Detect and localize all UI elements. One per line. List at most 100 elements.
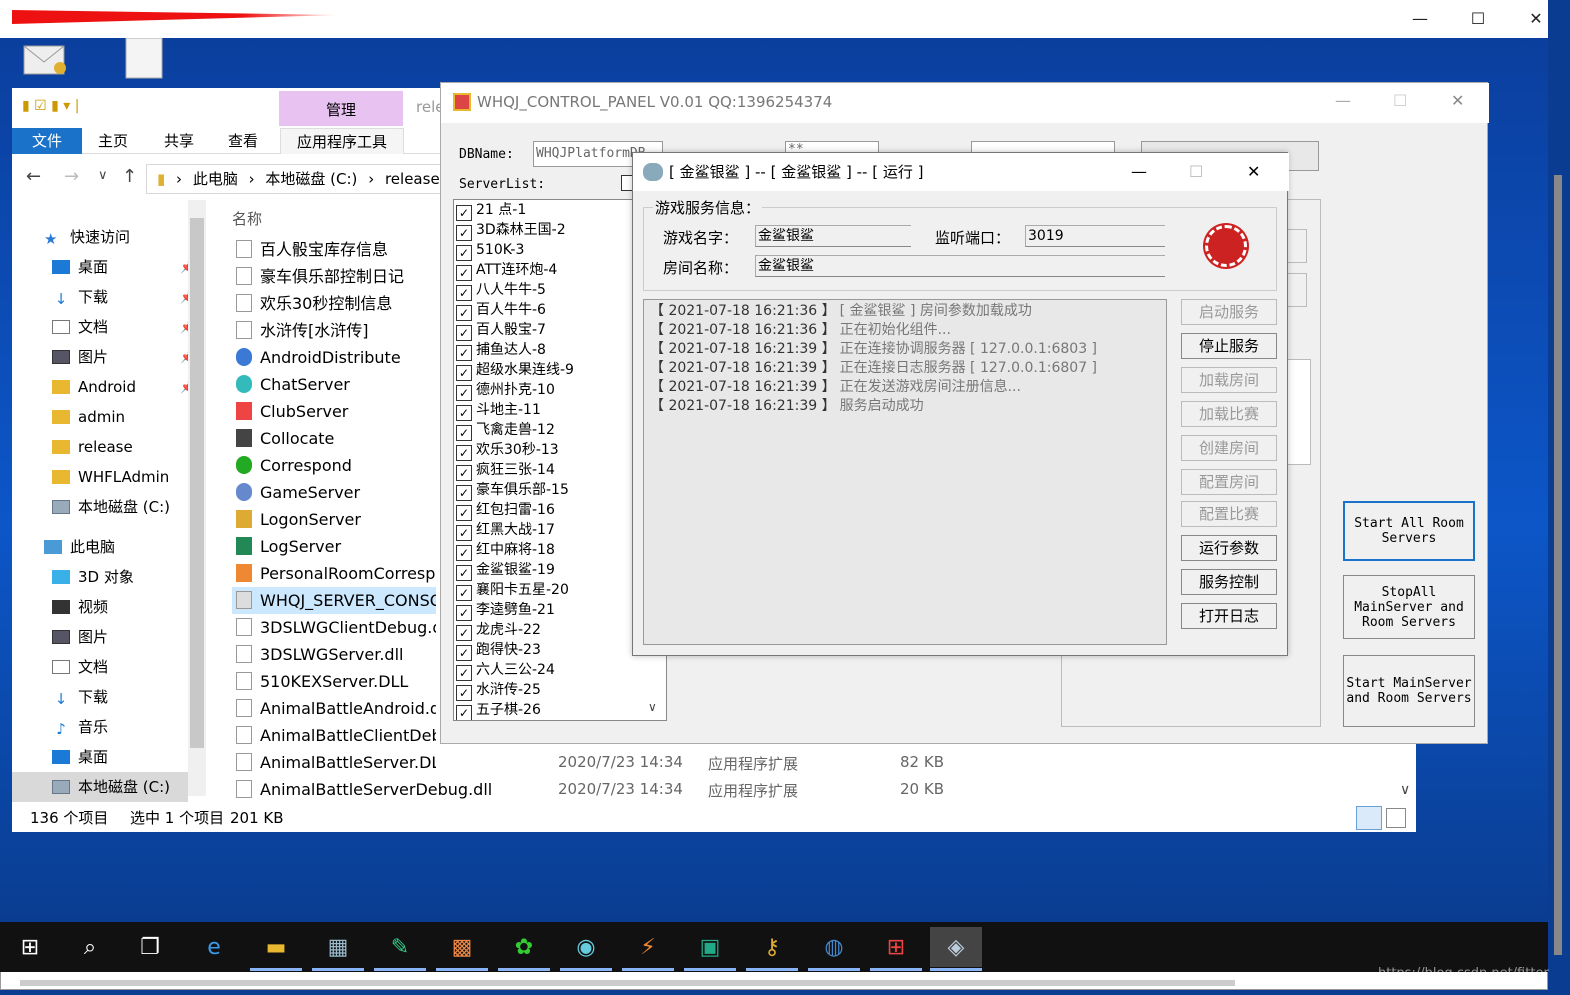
check-icon[interactable]: ✓ (456, 305, 472, 321)
check-icon[interactable]: ✓ (456, 605, 472, 621)
file-item[interactable]: 510KEXServer.DLL (236, 668, 436, 695)
file-item[interactable]: ChatServer (236, 371, 436, 398)
nav-item[interactable]: WHFLAdmin (52, 462, 202, 492)
check-icon[interactable]: ✓ (456, 565, 472, 581)
start-main-server-button[interactable]: Start MainServer and Room Servers (1343, 655, 1475, 727)
server-item[interactable]: ✓ 红黑大战-17 (456, 520, 555, 541)
server-item[interactable]: ✓ ATT连环炮-4 (456, 260, 557, 281)
file-item[interactable]: LogServer (236, 533, 436, 560)
close-button[interactable]: ✕ (1451, 91, 1464, 110)
desktop-mail-icon[interactable] (22, 38, 68, 80)
maximize-button[interactable]: ☐ (1189, 153, 1203, 191)
tab-file[interactable]: 文件 (12, 128, 82, 154)
file-item[interactable]: 欢乐30秒控制信息 (236, 290, 436, 317)
server-item[interactable]: ✓ 斗地主-11 (456, 400, 541, 421)
forward-icon[interactable]: → (64, 166, 79, 187)
server-item[interactable]: ✓ 金鲨银鲨-19 (456, 560, 555, 581)
check-icon[interactable]: ✓ (456, 705, 472, 720)
room-name-field[interactable]: 金鲨银鲨 (755, 255, 1165, 277)
file-item[interactable]: 百人骰宝库存信息 (236, 236, 436, 263)
nav-item[interactable]: ↓下载📌 (52, 282, 202, 312)
minimize-button[interactable]: — (1335, 91, 1351, 110)
nav-item[interactable]: Android📌 (52, 372, 202, 402)
start-service-button[interactable]: 启动服务 (1181, 299, 1277, 325)
column-header-name[interactable]: 名称 (232, 208, 262, 229)
app2-icon[interactable]: ▣ (684, 927, 736, 967)
search-icon[interactable]: ⌕ (64, 927, 116, 967)
check-icon[interactable]: ✓ (456, 665, 472, 681)
nav-item[interactable]: 本地磁盘 (C:) (52, 492, 202, 522)
check-icon[interactable]: ✓ (456, 545, 472, 561)
vs-icon[interactable]: ⚡ (622, 927, 674, 967)
chat-icon[interactable]: ◉ (560, 927, 612, 967)
nav-item[interactable]: ↓ 下载 (52, 682, 202, 712)
breadcrumb-item[interactable]: 本地磁盘 (C:) (265, 170, 357, 188)
server-item[interactable]: ✓ 豪车俱乐部-15 (456, 480, 569, 501)
server-item[interactable]: ✓ 510K-3 (456, 240, 524, 261)
tool-icon[interactable]: ✎ (374, 927, 426, 967)
details-view-icon[interactable] (1356, 806, 1382, 830)
nav-scrollbar-thumb[interactable] (190, 218, 204, 748)
quick-access-toolbar[interactable]: ▮ ☑ ▮ ▾ | (22, 98, 142, 118)
check-icon[interactable]: ✓ (456, 385, 472, 401)
file-item[interactable]: LogonServer (236, 506, 436, 533)
nav-item[interactable]: 文档📌 (52, 312, 202, 342)
load-match-button[interactable]: 加载比赛 (1181, 401, 1277, 427)
file-item[interactable]: AnimalBattleServer.DLL (236, 749, 436, 776)
file-item[interactable]: 豪车俱乐部控制日记 (236, 263, 436, 290)
file-item[interactable]: 水浒传[水浒传] (236, 317, 436, 344)
stop-service-button[interactable]: 停止服务 (1181, 333, 1277, 359)
file-item[interactable]: PersonalRoomCorrespond (236, 560, 436, 587)
check-icon[interactable]: ✓ (456, 265, 472, 281)
list-scroll-down-icon[interactable]: ∨ (648, 700, 657, 714)
check-icon[interactable]: ✓ (456, 585, 472, 601)
server-item[interactable]: ✓ 欢乐30秒-13 (456, 440, 559, 461)
server-item[interactable]: ✓ 龙虎斗-22 (456, 620, 541, 641)
check-icon[interactable]: ✓ (456, 345, 472, 361)
nav-item[interactable]: 此电脑 (44, 532, 194, 562)
file-item[interactable]: ClubServer (236, 398, 436, 425)
check-icon[interactable]: ✓ (456, 645, 472, 661)
file-item[interactable]: 3DSLWGServer.dll (236, 641, 436, 668)
check-icon[interactable]: ✓ (456, 365, 472, 381)
check-icon[interactable]: ✓ (456, 285, 472, 301)
server-icon[interactable]: ▦ (312, 927, 364, 967)
minimize-button[interactable]: — (1131, 153, 1147, 191)
task-view-icon[interactable]: ❐ (124, 927, 176, 967)
nav-item[interactable]: 图片📌 (52, 342, 202, 372)
nav-item[interactable]: 桌面 (52, 742, 202, 772)
check-icon[interactable]: ✓ (456, 445, 472, 461)
check-icon[interactable]: ✓ (456, 625, 472, 641)
server-item[interactable]: ✓ 襄阳卡五星-20 (456, 580, 569, 601)
nav-item[interactable]: release (52, 432, 202, 462)
create-room-button[interactable]: 创建房间 (1181, 435, 1277, 461)
key-icon[interactable]: ⚷ (746, 927, 798, 967)
nav-item[interactable]: 3D 对象 (52, 562, 202, 592)
desktop-file-icon[interactable] (122, 37, 168, 80)
nav-item[interactable]: 桌面📌 (52, 252, 202, 282)
server-item[interactable]: ✓ 疯狂三张-14 (456, 460, 555, 481)
nav-item[interactable]: 文档 (52, 652, 202, 682)
server-item[interactable]: ✓ 百人骰宝-7 (456, 320, 546, 341)
server-item[interactable]: ✓ 21 点-1 (456, 200, 526, 221)
check-icon[interactable]: ✓ (456, 225, 472, 241)
port-field[interactable]: 3019 (1025, 225, 1165, 247)
server-item[interactable]: ✓ 六人三公-24 (456, 660, 555, 681)
server-item[interactable]: ✓ 德州扑克-10 (456, 380, 555, 401)
edge-icon[interactable]: e (188, 927, 240, 967)
close-button[interactable]: ✕ (1247, 153, 1260, 191)
vertical-scrollbar-thumb[interactable] (1554, 175, 1562, 955)
nav-item[interactable]: ♪ 音乐 (52, 712, 202, 742)
globe-icon[interactable]: ◍ (808, 927, 860, 967)
file-item[interactable]: 3DSLWGClientDebug.dll (236, 614, 436, 641)
chevron-down-icon[interactable]: ∨ (98, 168, 108, 183)
open-log-button[interactable]: 打开日志 (1181, 603, 1277, 629)
correspond-icon[interactable]: ✿ (498, 927, 550, 967)
scroll-down-icon[interactable]: ∨ (1400, 782, 1410, 798)
tab-manage[interactable]: 管理 (279, 91, 403, 126)
service-log[interactable]: 【 2021-07-18 16:21:36 】[ 金鲨银鲨 ] 房间参数加载成功… (643, 299, 1167, 645)
server-item[interactable]: ✓ 捕鱼达人-8 (456, 340, 546, 361)
file-item[interactable]: Collocate (236, 425, 436, 452)
check-icon[interactable]: ✓ (456, 405, 472, 421)
config-room-button[interactable]: 配置房间 (1181, 469, 1277, 495)
